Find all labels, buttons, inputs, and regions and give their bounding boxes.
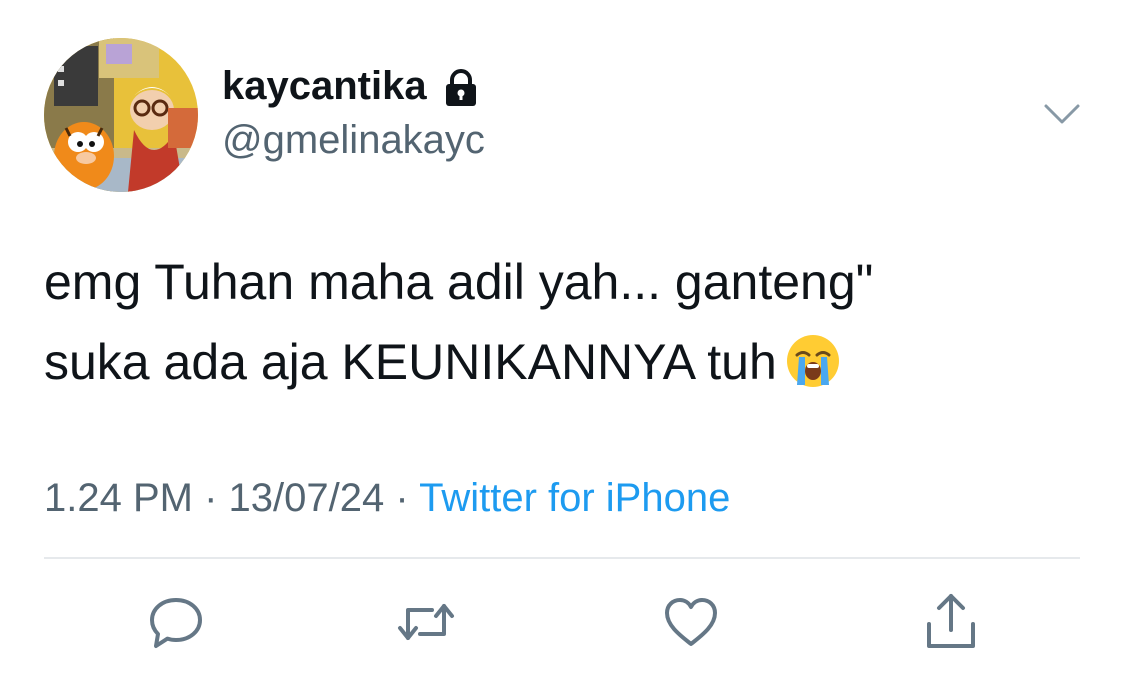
tweet-date: 13/07/24 bbox=[228, 476, 385, 520]
heart-icon bbox=[665, 598, 717, 646]
tweet-time: 1.24 PM bbox=[44, 476, 193, 520]
meta-separator: · bbox=[395, 476, 409, 520]
divider bbox=[44, 557, 1080, 559]
reply-icon bbox=[150, 598, 202, 648]
user-name-row: kaycantika bbox=[222, 62, 481, 110]
tweet-text-line-1: emg Tuhan maha adil yah... ganteng" bbox=[44, 254, 874, 310]
display-name[interactable]: kaycantika bbox=[222, 62, 427, 110]
lock-icon bbox=[445, 69, 476, 106]
garfield-avatar-image bbox=[44, 38, 198, 192]
tweet-source-link[interactable]: Twitter for iPhone bbox=[419, 476, 730, 520]
share-icon bbox=[927, 594, 975, 648]
loudly-crying-face-icon bbox=[786, 335, 839, 387]
more-options-chevron-icon[interactable] bbox=[1040, 96, 1084, 132]
share-button[interactable] bbox=[919, 590, 983, 654]
tweet-text-line-2-text: suka ada aja KEUNIKANNYA tuh bbox=[44, 334, 777, 390]
user-handle[interactable]: @gmelinakayc bbox=[222, 116, 485, 164]
avatar[interactable] bbox=[44, 38, 198, 192]
tweet-text-line-2: suka ada aja KEUNIKANNYA tuh bbox=[44, 322, 1084, 402]
tweet-card: kaycantika @gmelinakayc emg Tuhan maha a… bbox=[0, 0, 1125, 691]
tweet-actions bbox=[0, 590, 1125, 654]
tweet-text: emg Tuhan maha adil yah... ganteng" suka… bbox=[44, 242, 1084, 402]
retweet-button[interactable] bbox=[394, 590, 458, 654]
reply-button[interactable] bbox=[144, 590, 208, 654]
meta-separator: · bbox=[204, 476, 218, 520]
retweet-icon bbox=[398, 604, 454, 640]
like-button[interactable] bbox=[659, 590, 723, 654]
tweet-meta: 1.24 PM · 13/07/24 · Twitter for iPhone bbox=[44, 474, 730, 522]
